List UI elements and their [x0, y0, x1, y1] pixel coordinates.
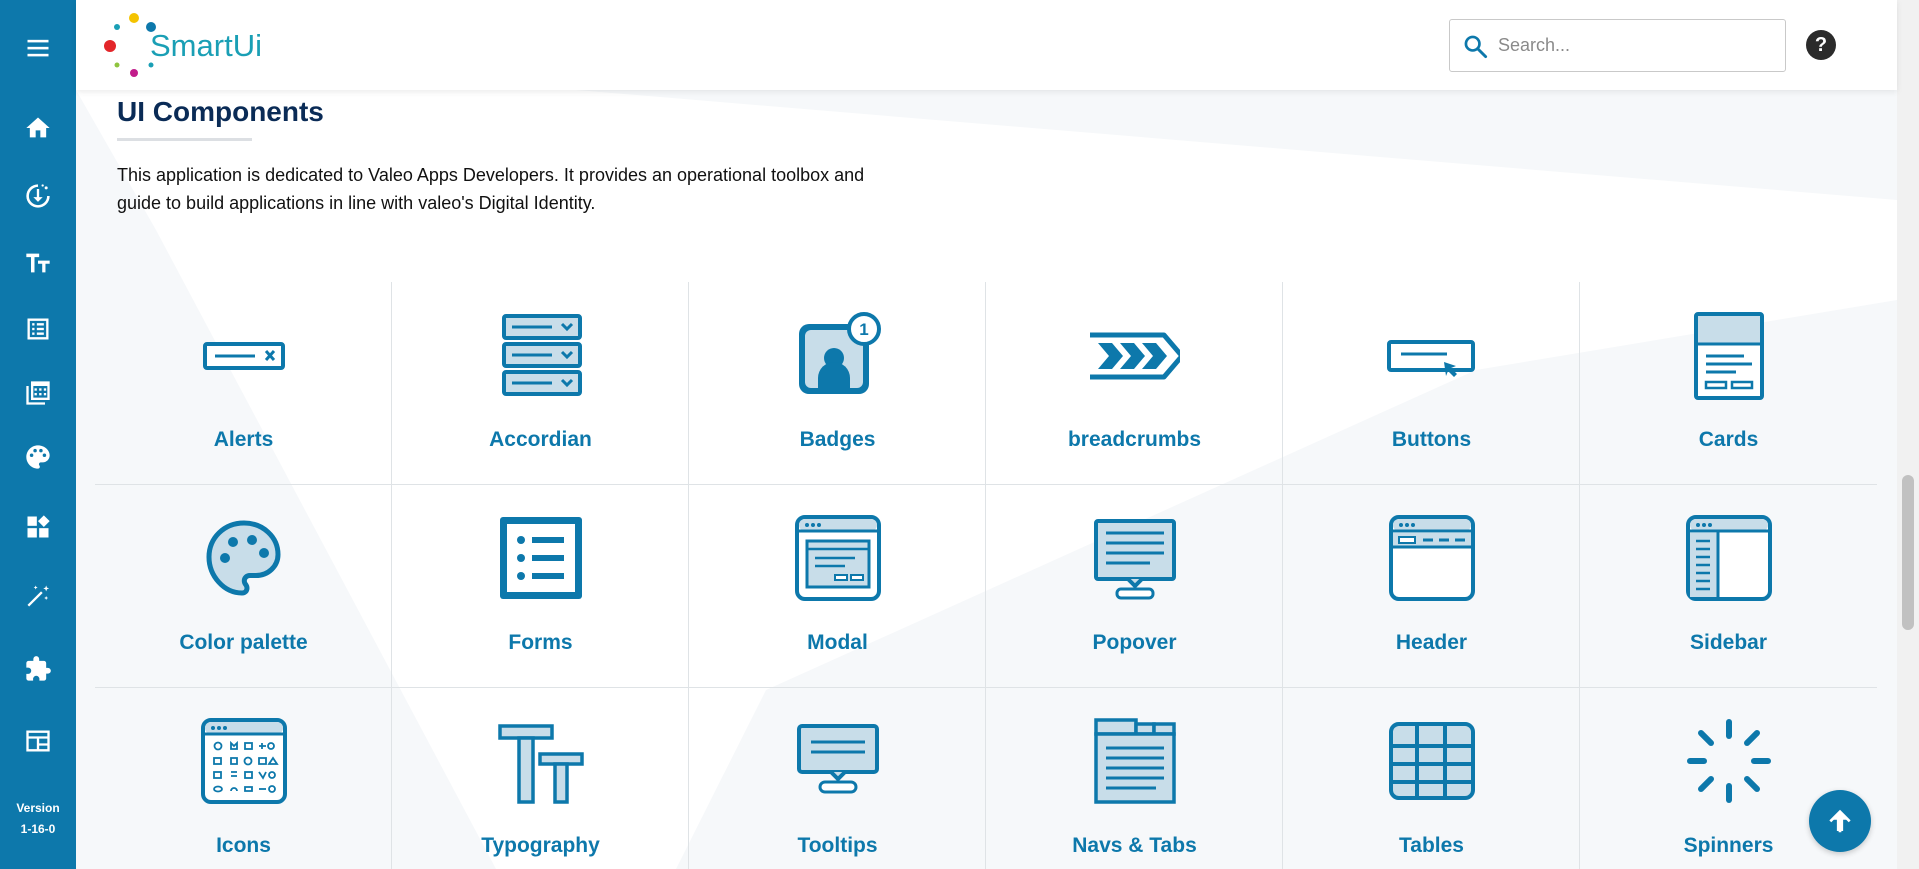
icons-grid-icon [200, 718, 287, 804]
page-scrollbar[interactable] [1897, 0, 1919, 869]
component-card-popover[interactable]: Popover [986, 485, 1283, 688]
top-header: SmartUi ? [76, 0, 1897, 90]
component-label: Popover [1092, 631, 1177, 654]
sidebar: Version 1-16-0 [0, 0, 76, 869]
sidebar-item-home[interactable] [0, 102, 76, 154]
component-card-buttons[interactable]: Buttons [1283, 282, 1580, 485]
component-card-alerts[interactable]: Alerts [95, 282, 392, 485]
stacked-layers-icon [26, 381, 50, 405]
text-size-icon [26, 253, 50, 273]
magic-wand-icon [27, 585, 50, 607]
search-icon [1464, 35, 1488, 59]
download-icon [26, 184, 50, 208]
typography-icon [497, 724, 584, 804]
version-info: Version 1-16-0 [0, 798, 76, 840]
component-label: Badges [799, 428, 876, 451]
scroll-to-top-button[interactable] [1809, 790, 1871, 852]
search-input[interactable] [1498, 20, 1778, 71]
component-label: breadcrumbs [1067, 428, 1202, 451]
component-label: Buttons [1391, 428, 1472, 451]
component-card-badges[interactable]: 1 Badges [689, 282, 986, 485]
smartui-logo[interactable]: SmartUi [100, 10, 262, 80]
component-label: Tooltips [797, 834, 878, 857]
card-icon [1693, 312, 1764, 400]
palette-icon [205, 520, 281, 596]
sidebar-item-templates[interactable] [0, 715, 76, 767]
alert-icon [202, 342, 285, 370]
sidebar-item-magic[interactable] [0, 570, 76, 622]
sidebar-item-layouts[interactable] [0, 367, 76, 419]
component-label: Cards [1698, 428, 1759, 451]
sidebar-item-forms[interactable] [0, 303, 76, 355]
hamburger-menu-button[interactable] [0, 22, 76, 74]
component-label: Tables [1399, 834, 1464, 857]
spinner-icon [1686, 719, 1771, 803]
component-label: Navs & Tabs [1072, 834, 1197, 857]
logo-smart-text: Smart [150, 28, 233, 63]
component-card-sidebar[interactable]: Sidebar [1580, 485, 1877, 688]
sidebar-item-download[interactable] [0, 170, 76, 222]
version-number: 1-16-0 [20, 822, 56, 836]
puzzle-icon [26, 656, 51, 681]
component-label: Icons [216, 834, 271, 857]
component-label: Sidebar [1689, 631, 1768, 654]
list-form-icon [27, 318, 49, 340]
component-card-header[interactable]: Header [1283, 485, 1580, 688]
sidebar-item-extensions[interactable] [0, 643, 76, 695]
component-label: Alerts [213, 428, 274, 451]
table-icon [1388, 722, 1475, 800]
help-button[interactable]: ? [1806, 30, 1836, 60]
tabs-icon [1093, 718, 1176, 804]
component-card-tooltips[interactable]: Tooltips [689, 688, 986, 869]
page-title: UI Components [117, 96, 324, 127]
tooltip-icon [796, 724, 879, 794]
version-label: Version [16, 801, 60, 815]
sidebar-item-typography[interactable] [0, 237, 76, 289]
search-box[interactable] [1449, 19, 1786, 72]
sidebar-item-colors[interactable] [0, 431, 76, 483]
home-icon [26, 117, 50, 138]
button-icon [1386, 340, 1475, 377]
component-card-forms[interactable]: Forms [392, 485, 689, 688]
component-label: Typography [481, 834, 600, 857]
accordion-icon [501, 314, 582, 396]
component-label: Forms [508, 631, 573, 654]
component-card-cards[interactable]: Cards [1580, 282, 1877, 485]
component-label: Color palette [179, 631, 308, 654]
component-card-modal[interactable]: Modal [689, 485, 986, 688]
component-card-accordian[interactable]: Accordian [392, 282, 689, 485]
component-card-navs-tabs[interactable]: Navs & Tabs [986, 688, 1283, 869]
component-card-tables[interactable]: Tables [1283, 688, 1580, 869]
hamburger-icon [27, 39, 49, 57]
breadcrumb-icon [1089, 332, 1180, 380]
component-card-typography[interactable]: Typography [392, 688, 689, 869]
table-layout-icon [26, 730, 50, 752]
header-icon [1388, 515, 1475, 601]
scrollbar-thumb[interactable] [1902, 475, 1914, 630]
logo-text: SmartUi [150, 28, 262, 64]
palette-icon [26, 445, 50, 469]
form-icon [499, 517, 582, 599]
help-icon: ? [1814, 33, 1828, 56]
component-card-color-palette[interactable]: Color palette [95, 485, 392, 688]
logo-ui-text: Ui [232, 28, 262, 63]
badge-count: 1 [859, 320, 868, 339]
sidebar-item-components[interactable] [0, 501, 76, 553]
page-description: This application is dedicated to Valeo A… [117, 165, 865, 213]
component-label: Accordian [489, 428, 592, 451]
modal-icon [794, 515, 881, 601]
component-card-icons[interactable]: Icons [95, 688, 392, 869]
component-label: Header [1395, 631, 1468, 654]
title-underline [117, 138, 252, 141]
sidebar-icon [1685, 515, 1772, 601]
popover-icon [1093, 519, 1176, 600]
arrow-up-icon [1829, 809, 1851, 833]
badge-icon: 1 [798, 312, 881, 394]
component-label: Modal [807, 631, 868, 654]
widgets-icon [27, 515, 50, 538]
component-card-breadcrumbs[interactable]: breadcrumbs [986, 282, 1283, 485]
